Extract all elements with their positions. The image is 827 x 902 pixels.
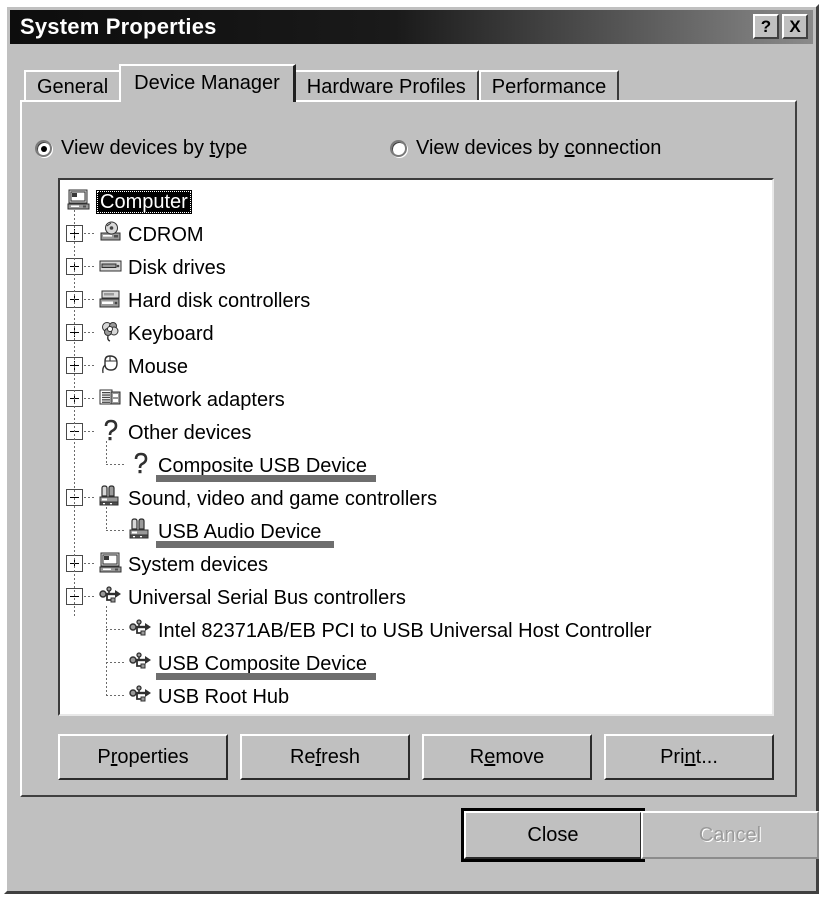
cancel-button: Cancel: [641, 811, 819, 859]
dialog-buttons: Close Cancel: [20, 807, 819, 863]
tree-item[interactable]: Universal Serial Bus controllers: [60, 580, 772, 613]
tree-connector-line: [84, 398, 95, 399]
print-button[interactable]: Pri n t...: [604, 734, 774, 780]
device-tree-listbox[interactable]: Computer CDROM Disk drives Hard disk contro…: [58, 178, 774, 716]
properties-button[interactable]: Pr operties: [58, 734, 228, 780]
window-title: System Properties: [20, 14, 217, 39]
title-bar-buttons: ? X: [753, 14, 808, 39]
computer-icon: [66, 187, 92, 213]
question-icon: [98, 418, 124, 444]
tree-item-label: Network adapters: [128, 389, 285, 411]
title-bar[interactable]: System Properties ? X: [10, 10, 813, 44]
tree-item-label: Mouse: [128, 356, 189, 378]
tree-item[interactable]: USB Root Hub: [60, 679, 772, 712]
tree-item[interactable]: CDROM: [60, 217, 772, 250]
mouse-icon: [98, 352, 124, 378]
device-manager-panel: View devices by type View devices by conn…: [20, 100, 797, 797]
tree-connector-line: [84, 563, 95, 564]
tree-item-label: USB Audio Device: [158, 521, 322, 543]
tree-item-label: USB Composite Device: [158, 653, 367, 675]
tree-connector-line: [84, 233, 95, 234]
accelerator-letter: e: [484, 745, 496, 768]
tree-trunk-line: [74, 210, 75, 616]
network-icon: [98, 385, 124, 411]
usb-icon: [128, 649, 154, 675]
tree-connector-line: [84, 365, 95, 366]
keyboard-icon: [98, 319, 124, 345]
accelerator-letter: f: [315, 745, 322, 768]
tree-item-label: Sound, video and game controllers: [128, 488, 438, 510]
tree-connector-line: [106, 464, 126, 465]
tree-connector-line: [106, 530, 126, 531]
hdc-icon: [98, 286, 124, 312]
radio-dot-icon: [35, 140, 52, 157]
tree-connector-line: [106, 695, 126, 696]
radio-view-by-connection[interactable]: View devices by connection: [390, 137, 661, 160]
tree-item[interactable]: Keyboard: [60, 316, 772, 349]
tree-connector-line: [84, 266, 95, 267]
tree-connector-line: [84, 596, 95, 597]
refresh-button[interactable]: Re f resh: [240, 734, 410, 780]
tree-connector-line: [84, 431, 95, 432]
help-button[interactable]: ?: [753, 14, 779, 39]
close-icon-button[interactable]: X: [782, 14, 808, 39]
tree-connector-line: [106, 629, 126, 630]
close-button[interactable]: Close: [461, 808, 645, 862]
tree-item-label: Universal Serial Bus controllers: [128, 587, 406, 609]
device-action-buttons: Pr operties Re f resh Re move Pri n t...: [58, 734, 774, 780]
system-properties-window: System Properties ? X General Device Mana…: [4, 4, 819, 894]
tree-item-label: USB Root Hub: [158, 686, 290, 708]
tree-item-label: Disk drives: [128, 257, 226, 279]
tree-item[interactable]: Hard disk controllers: [60, 283, 772, 316]
usb-icon: [128, 616, 154, 642]
radio-view-by-type[interactable]: View devices by type: [35, 137, 247, 160]
tab-device-manager[interactable]: Device Manager: [119, 64, 296, 102]
device-tree: Computer CDROM Disk drives Hard disk contro…: [60, 180, 772, 712]
tree-connector-line: [84, 299, 95, 300]
radio-dot-icon: [390, 140, 407, 157]
sound-icon: [128, 517, 154, 543]
tree-branch-line: [106, 441, 107, 465]
tree-connector-line: [84, 497, 95, 498]
usb-icon: [98, 583, 124, 609]
tree-item[interactable]: Disk drives: [60, 250, 772, 283]
tree-item-label: Other devices: [128, 422, 252, 444]
radio-label: View devices by connection: [416, 137, 662, 159]
tree-connector-line: [106, 662, 126, 663]
question-icon: [128, 451, 154, 477]
view-mode-options: View devices by type View devices by conn…: [35, 137, 785, 167]
tree-item-label: Keyboard: [128, 323, 214, 345]
radio-label: View devices by type: [61, 137, 248, 159]
remove-button[interactable]: Re move: [422, 734, 592, 780]
tree-item-label: Composite USB Device: [158, 455, 367, 477]
tree-item[interactable]: Intel 82371AB/EB PCI to USB Universal Ho…: [60, 613, 772, 646]
disk-icon: [98, 253, 124, 279]
tree-item[interactable]: Network adapters: [60, 382, 772, 415]
tab-strip: General Device Manager Hardware Profiles Pe…: [24, 64, 620, 102]
tree-branch-line: [106, 507, 107, 531]
tab-performance[interactable]: Performance: [478, 70, 620, 102]
sound-icon: [98, 484, 124, 510]
accelerator-letter: r: [110, 745, 118, 768]
tree-item[interactable]: Computer: [60, 184, 772, 217]
tree-item-label: Computer: [96, 190, 192, 214]
tree-item[interactable]: Mouse: [60, 349, 772, 382]
tab-hardware-profiles[interactable]: Hardware Profiles: [293, 70, 479, 102]
tree-item-label: CDROM: [128, 224, 204, 246]
tab-general[interactable]: General: [24, 70, 122, 102]
tree-connector-line: [84, 332, 95, 333]
tree-item[interactable]: Other devices: [60, 415, 772, 448]
computer-icon: [98, 550, 124, 576]
usb-icon: [128, 682, 154, 708]
cdrom-icon: [98, 220, 124, 246]
accelerator-letter: n: [684, 745, 696, 768]
tree-item-label: System devices: [128, 554, 269, 576]
tree-item-label: Hard disk controllers: [128, 290, 311, 312]
tree-item-label: Intel 82371AB/EB PCI to USB Universal Ho…: [158, 620, 652, 642]
tree-item[interactable]: System devices: [60, 547, 772, 580]
tree-item[interactable]: Sound, video and game controllers: [60, 481, 772, 514]
tree-branch-line: [106, 606, 107, 696]
